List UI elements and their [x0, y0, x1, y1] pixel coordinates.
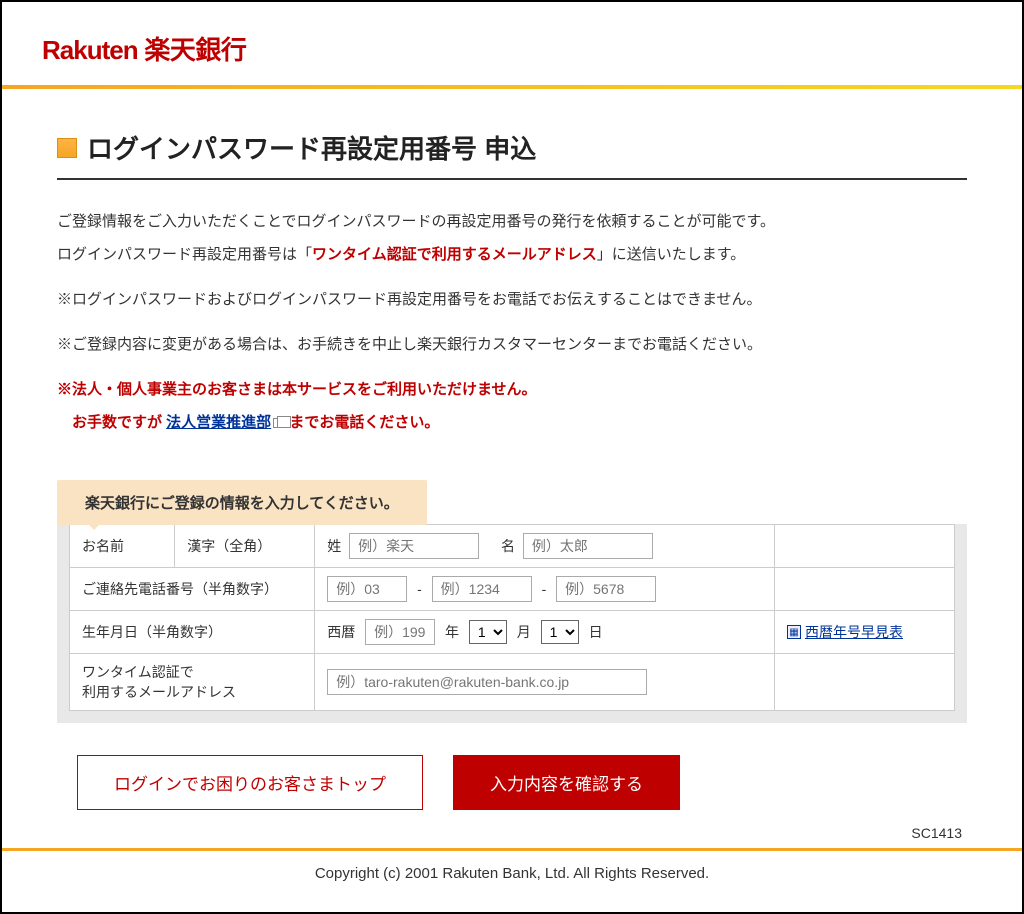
intro-note2: ※ご登録内容に変更がある場合は、お手続きを中止し楽天銀行カスタマーセンターまでお…: [57, 331, 967, 358]
corporate-link[interactable]: 法人営業推進部: [166, 414, 271, 431]
highlight-email: ワンタイム認証で利用するメールアドレス: [312, 246, 597, 263]
mei-input[interactable]: [523, 533, 653, 559]
calendar-icon: ▦: [787, 625, 801, 639]
tel2-input[interactable]: [432, 576, 532, 602]
dob-label: 生年月日（半角数字）: [70, 611, 315, 654]
email-input[interactable]: [327, 669, 647, 695]
page-title-row: ログインパスワード再設定用番号 申込: [57, 129, 967, 180]
tel1-input[interactable]: [327, 576, 407, 602]
form-table: お名前 漢字（全角） 姓 名 ご連絡先電話番号（半角数字） - -: [69, 524, 955, 711]
back-button[interactable]: ログインでお困りのお客さまトップ: [77, 755, 423, 810]
intro-line1: ご登録情報をご入力いただくことでログインパスワードの再設定用番号の発行を依頼する…: [57, 208, 967, 235]
form-section: 楽天銀行にご登録の情報を入力してください。 お名前 漢字（全角） 姓 名 ご連絡…: [57, 524, 967, 723]
dob-inputs: 西暦 年 1 月 1 日: [315, 611, 775, 654]
tel3-input[interactable]: [556, 576, 656, 602]
title-square-icon: [57, 138, 77, 158]
logo-latin: Rakuten: [42, 35, 138, 65]
page-title: ログインパスワード再設定用番号 申込: [87, 129, 536, 166]
logo: Rakuten 楽天銀行: [42, 30, 982, 67]
confirm-button[interactable]: 入力内容を確認する: [453, 755, 680, 810]
year-input[interactable]: [365, 619, 435, 645]
row-name: お名前 漢字（全角） 姓 名: [70, 525, 955, 568]
day-select[interactable]: 1: [541, 620, 579, 644]
footer: SC1413 Copyright (c) 2001 Rakuten Bank, …: [2, 848, 1022, 882]
era-table-link[interactable]: 西暦年号早見表: [805, 622, 903, 642]
intro-warn1: ※法人・個人事業主のお客さまは本サービスをご利用いただけません。: [57, 376, 967, 403]
row-dob: 生年月日（半角数字） 西暦 年 1 月 1 日 ▦ 西暦年号早見表: [70, 611, 955, 654]
form-tab: 楽天銀行にご登録の情報を入力してください。: [57, 480, 427, 525]
intro-warn2: お手数ですが 法人営業推進部 までお電話ください。: [57, 409, 967, 436]
name-label: お名前: [70, 525, 175, 568]
month-select[interactable]: 1: [469, 620, 507, 644]
email-label: ワンタイム認証で 利用するメールアドレス: [70, 654, 315, 711]
external-link-icon: [273, 418, 285, 428]
logo-jp: 楽天銀行: [144, 35, 246, 65]
row-email: ワンタイム認証で 利用するメールアドレス: [70, 654, 955, 711]
header: Rakuten 楽天銀行: [2, 2, 1022, 85]
email-input-cell: [315, 654, 775, 711]
sei-input[interactable]: [349, 533, 479, 559]
button-row: ログインでお困りのお客さまトップ 入力内容を確認する: [57, 755, 967, 810]
copyright: Copyright (c) 2001 Rakuten Bank, Ltd. Al…: [2, 865, 1022, 882]
tel-inputs: - -: [315, 568, 775, 611]
name-inputs: 姓 名: [315, 525, 775, 568]
name-sub-label: 漢字（全角）: [175, 525, 315, 568]
intro-block: ご登録情報をご入力いただくことでログインパスワードの再設定用番号の発行を依頼する…: [57, 208, 967, 436]
tel-label: ご連絡先電話番号（半角数字）: [70, 568, 315, 611]
screen-code: SC1413: [911, 825, 962, 841]
dob-link-cell: ▦ 西暦年号早見表: [775, 611, 955, 654]
intro-note1: ※ログインパスワードおよびログインパスワード再設定用番号をお電話でお伝えすること…: [57, 286, 967, 313]
intro-line2: ログインパスワード再設定用番号は「ワンタイム認証で利用するメールアドレス」に送信…: [57, 241, 967, 268]
row-tel: ご連絡先電話番号（半角数字） - -: [70, 568, 955, 611]
